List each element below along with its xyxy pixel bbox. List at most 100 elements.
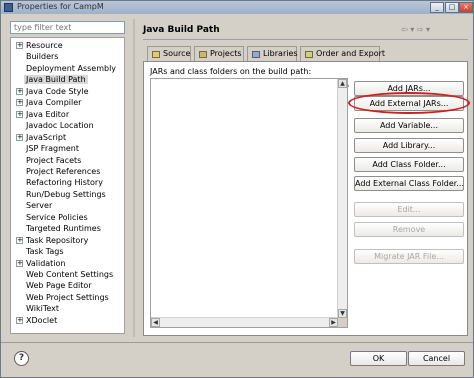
sidebar-item[interactable]: Service Policies — [11, 212, 124, 223]
sidebar-item[interactable]: Task Tags — [11, 246, 124, 257]
sidebar-item-label: Web Content Settings — [26, 270, 114, 279]
scroll-right-icon[interactable]: ▶ — [329, 318, 338, 327]
expand-icon[interactable]: + — [16, 42, 23, 49]
sidebar-item[interactable]: + Resource — [11, 40, 124, 51]
migrate-jar-file-button[interactable]: Migrate JAR File... — [354, 249, 464, 264]
tab-label: Libraries — [263, 49, 298, 58]
sidebar-item[interactable]: + JavaScript — [11, 132, 124, 143]
list-marker — [347, 85, 349, 87]
sidebar-item[interactable]: Server — [11, 200, 124, 211]
sidebar-item-label: Task Tags — [26, 247, 64, 257]
properties-dialog: Properties for CampM _ □ × +ResourceBuil… — [0, 0, 474, 378]
sidebar-item[interactable]: + XDoclet — [11, 315, 124, 326]
edit-button[interactable]: Edit... — [354, 202, 464, 217]
remove-button[interactable]: Remove — [354, 222, 464, 237]
sidebar-item-label: Javadoc Location — [26, 121, 94, 131]
sidebar-item[interactable]: Web Content Settings — [11, 269, 124, 280]
sidebar-item-label: Java Editor — [26, 109, 70, 119]
sidebar-item-label: Run/Debug Settings — [26, 189, 106, 199]
project-icon — [199, 51, 207, 58]
add-class-folder-button[interactable]: Add Class Folder... — [354, 157, 464, 172]
scroll-left-icon[interactable]: ◀ — [151, 318, 160, 327]
sidebar-item[interactable]: Builders — [11, 51, 124, 62]
sidebar-item[interactable]: + Validation — [11, 258, 124, 269]
expand-icon[interactable]: + — [16, 87, 23, 95]
tab-source[interactable]: Source — [147, 46, 191, 61]
expand-icon[interactable]: + — [16, 236, 23, 244]
tab-projects[interactable]: Projects — [194, 46, 244, 61]
scroll-corner — [338, 318, 347, 327]
sidebar-item[interactable]: + Task Repository — [11, 235, 124, 246]
sidebar-item[interactable]: JSP Fragment — [11, 143, 124, 154]
sidebar-item-label: Project References — [26, 166, 101, 176]
filter-input[interactable] — [10, 21, 125, 34]
add-library-button[interactable]: Add Library... — [354, 138, 464, 153]
sidebar-item-label: Project Facets — [26, 155, 82, 165]
sidebar-item-label: Web Project Settings — [26, 292, 109, 302]
sidebar-item[interactable]: Java Build Path — [11, 74, 124, 85]
sidebar-item-label: Java Compiler — [26, 98, 82, 108]
vertical-scrollbar[interactable]: ▲ ▼ — [337, 79, 347, 318]
property-tree: + Resource Builders Deployment Assembly Java… — [10, 37, 125, 334]
expand-icon[interactable]: + — [16, 316, 23, 324]
sidebar-item-label: JavaScript — [26, 132, 67, 142]
cancel-button[interactable]: Cancel — [408, 351, 465, 366]
sidebar-item-label: Deployment Assembly — [26, 63, 117, 73]
sidebar-item-label: WikiText — [26, 304, 59, 314]
header-divider — [143, 39, 468, 40]
maximize-button[interactable]: □ — [445, 2, 459, 13]
library-icon — [252, 51, 260, 58]
expand-icon[interactable]: + — [16, 133, 23, 141]
window-icon — [4, 3, 13, 12]
tab-label: Order and Export — [316, 49, 386, 58]
tab-label: Projects — [210, 49, 242, 58]
expand-icon[interactable]: + — [16, 110, 23, 118]
build-path-list[interactable]: ▲ ▼ ◀ ▶ — [150, 78, 349, 328]
title-bar[interactable]: Properties for CampM _ □ × — [1, 1, 473, 14]
window-title: Properties for CampM — [17, 2, 104, 11]
libraries-caption: JARs and class folders on the build path… — [150, 67, 312, 76]
sidebar-item[interactable]: Javadoc Location — [11, 120, 124, 131]
sidebar-item[interactable]: Refactoring History — [11, 177, 124, 188]
sidebar-item[interactable]: Run/Debug Settings — [11, 189, 124, 200]
sidebar-item-label: Java Build Path — [24, 75, 88, 85]
sidebar-item-label: Server — [26, 201, 53, 211]
sidebar-item-label: Task Repository — [26, 235, 89, 245]
tab-order-and-export[interactable]: Order and Export — [300, 46, 385, 61]
close-button[interactable]: × — [459, 2, 473, 13]
sidebar-item-label: Resource — [26, 41, 63, 50]
horizontal-scrollbar[interactable]: ◀ ▶ — [151, 317, 338, 327]
sidebar-item[interactable]: Project Facets — [11, 155, 124, 166]
scroll-up-icon[interactable]: ▲ — [338, 79, 347, 88]
sidebar-item-label: JSP Fragment — [26, 144, 80, 154]
expand-icon[interactable]: + — [16, 99, 23, 107]
add-external-class-folder-button[interactable]: Add External Class Folder... — [354, 176, 464, 191]
splitter[interactable] — [133, 19, 135, 337]
sidebar-item-label: Validation — [26, 258, 66, 268]
page-title: Java Build Path — [143, 25, 220, 35]
sidebar-item[interactable]: Project References — [11, 166, 124, 177]
ok-button[interactable]: OK — [350, 351, 407, 366]
help-icon[interactable]: ? — [14, 351, 29, 366]
sidebar-item[interactable]: WikiText — [11, 303, 124, 314]
sidebar-item[interactable]: Targeted Runtimes — [11, 223, 124, 234]
footer-divider — [1, 342, 473, 343]
expand-icon[interactable]: + — [16, 259, 23, 267]
tab-label: Source — [163, 49, 191, 58]
sidebar-item[interactable]: Deployment Assembly — [11, 63, 124, 74]
sidebar-item-label: Service Policies — [26, 212, 88, 222]
sidebar-item[interactable]: + Java Code Style — [11, 86, 124, 97]
sidebar-item[interactable]: Web Project Settings — [11, 292, 124, 303]
sidebar-item-label: Targeted Runtimes — [26, 224, 101, 234]
history-nav-icon[interactable]: ⇦ ▾ ⇨ ▾ — [401, 25, 430, 34]
highlight-ellipse — [348, 92, 470, 114]
add-variable-button[interactable]: Add Variable... — [354, 118, 464, 133]
sidebar-item-label: Builders — [26, 52, 59, 62]
sidebar-item[interactable]: + Java Compiler — [11, 97, 124, 108]
sidebar-item-label: Web Page Editor — [26, 281, 92, 291]
minimize-button[interactable]: _ — [430, 2, 444, 13]
scroll-down-icon[interactable]: ▼ — [338, 309, 347, 318]
sidebar-item[interactable]: Web Page Editor — [11, 280, 124, 291]
sidebar-item[interactable]: + Java Editor — [11, 109, 124, 120]
tab-libraries[interactable]: Libraries — [247, 46, 298, 61]
